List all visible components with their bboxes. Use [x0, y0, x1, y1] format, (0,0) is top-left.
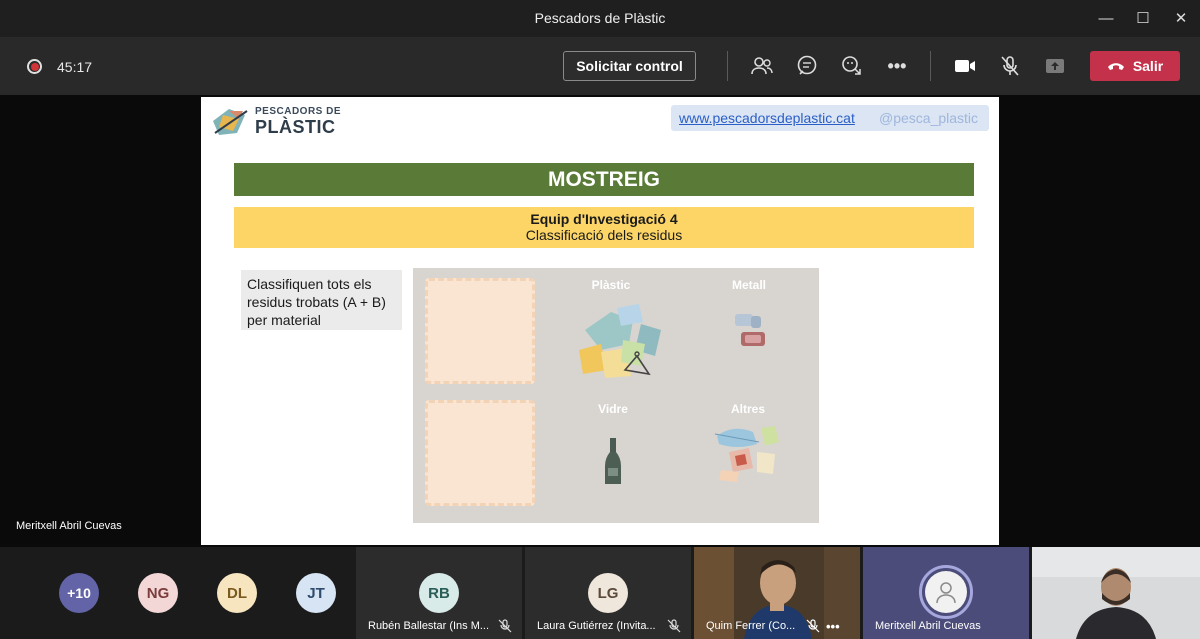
recording-icon — [27, 59, 42, 74]
participant-name: Laura Gutiérrez (Invita... — [537, 620, 656, 632]
window-title: Pescadors de Plàstic — [534, 10, 666, 26]
participant-avatar[interactable]: DL — [217, 573, 257, 613]
metal-waste-icon — [735, 314, 765, 346]
speaking-indicator — [919, 565, 973, 619]
request-control-button[interactable]: Solicitar control — [563, 51, 696, 81]
participant-name: Meritxell Abril Cuevas — [875, 620, 981, 632]
share-screen-icon[interactable] — [1043, 54, 1067, 78]
participant-avatar: LG — [588, 573, 628, 613]
participant-tile[interactable]: LG Laura Gutiérrez (Invita... — [525, 547, 691, 639]
close-icon[interactable]: ✕ — [1166, 6, 1196, 30]
overflow-participants-button[interactable]: +10 — [59, 573, 99, 613]
microphone-muted-icon — [667, 619, 681, 633]
participants-icon[interactable] — [750, 54, 774, 78]
participant-strip: +10 NG DL JT RB Rubén Ballestar (Ins M..… — [0, 547, 1200, 639]
category-metal: Metall — [731, 278, 766, 292]
camera-icon[interactable] — [953, 54, 977, 78]
presenter-name: Meritxell Abril Cuevas — [16, 520, 122, 532]
team-subtitle: Classificació dels residus — [525, 227, 683, 243]
participant-avatar: RB — [419, 573, 459, 613]
chat-icon[interactable] — [795, 54, 819, 78]
logo-line-2: PLÀSTIC — [255, 117, 336, 137]
microphone-muted-icon — [498, 619, 512, 633]
toolbar-divider — [930, 51, 931, 81]
shared-screen-stage: PESCADORS DE PLÀSTIC www.pescadorsdeplas… — [0, 95, 1200, 547]
classification-panel: Plàstic Metall Vidre Altres — [413, 268, 819, 523]
logo-fish-icon — [213, 109, 248, 135]
participant-avatar[interactable]: NG — [138, 573, 178, 613]
participant-tile-active[interactable]: Meritxell Abril Cuevas — [863, 547, 1029, 639]
logo: PESCADORS DE PLÀSTIC — [209, 105, 349, 141]
more-options-icon[interactable]: ••• — [885, 54, 909, 78]
team-banner: Equip d'Investigació 4 Classificació del… — [234, 207, 974, 248]
reactions-icon[interactable] — [840, 54, 864, 78]
drop-zone-top — [425, 278, 535, 384]
minimize-icon[interactable]: — — [1091, 6, 1121, 30]
plastic-waste-icon — [579, 304, 661, 378]
default-avatar-icon — [925, 571, 967, 613]
participant-avatar[interactable]: JT — [296, 573, 336, 613]
title-bar: Pescadors de Plàstic — ☐ ✕ — [0, 0, 1200, 37]
participant-video-tile[interactable] — [1032, 547, 1200, 639]
microphone-muted-icon — [806, 619, 820, 633]
toolbar-divider — [727, 51, 728, 81]
participant-video-tile[interactable]: Quim Ferrer (Co... ••• — [694, 547, 860, 639]
category-glass: Vidre — [598, 402, 628, 416]
microphone-muted-icon[interactable] — [998, 54, 1022, 78]
slide-heading: MOSTREIG — [234, 163, 974, 196]
participant-name: Quim Ferrer (Co... — [706, 620, 796, 632]
shared-slide: PESCADORS DE PLÀSTIC www.pescadorsdeplas… — [201, 97, 999, 545]
participant-name: Rubén Ballestar (Ins M... — [368, 620, 490, 632]
logo-line-1: PESCADORS DE — [255, 106, 342, 117]
meeting-timer: 45:17 — [57, 59, 93, 75]
participant-tile[interactable]: RB Rubén Ballestar (Ins M... — [356, 547, 522, 639]
maximize-icon[interactable]: ☐ — [1128, 6, 1158, 30]
meeting-toolbar: 45:17 Solicitar control ••• Salir — [0, 37, 1200, 95]
category-other: Altres — [730, 402, 765, 416]
website-link[interactable]: www.pescadorsdeplastic.cat — [679, 110, 855, 126]
team-title: Equip d'Investigació 4 — [530, 211, 678, 227]
drop-zone-bottom — [425, 400, 535, 506]
hang-up-icon — [1107, 58, 1125, 74]
social-handle: @pesca_plastic — [879, 110, 979, 126]
tile-more-icon[interactable]: ••• — [826, 619, 840, 634]
glass-bottle-icon — [605, 438, 621, 484]
other-waste-icon — [714, 426, 779, 482]
links-box: www.pescadorsdeplastic.cat @pesca_plasti… — [671, 105, 989, 131]
category-plastic: Plàstic — [591, 278, 631, 292]
instruction-box: Classifiquen tots els residus trobats (A… — [241, 270, 402, 330]
leave-label: Salir — [1132, 58, 1164, 74]
participant-video — [1032, 547, 1200, 639]
leave-button[interactable]: Salir — [1090, 51, 1180, 81]
